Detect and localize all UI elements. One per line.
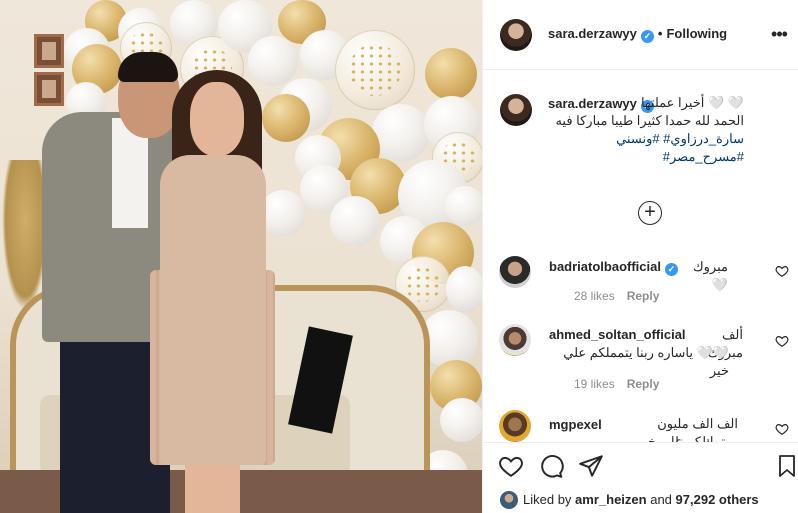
comment-bubble-icon[interactable]	[538, 453, 564, 479]
balloon	[446, 266, 482, 312]
woman-face	[190, 82, 244, 156]
plus-circle-icon[interactable]: +	[638, 201, 662, 225]
comment-author-row: badriatolbaofficial ✓	[549, 259, 678, 276]
heart-icon[interactable]	[775, 264, 789, 278]
caption-line-3[interactable]: سارة_درزاوي# #ونسني #مسرح_مصر#	[539, 130, 744, 166]
more-options-icon[interactable]: •••	[769, 24, 789, 44]
liker-username[interactable]: amr_heizen	[575, 492, 647, 507]
comment-text: مبروك🤍	[692, 259, 728, 292]
balloon	[425, 48, 477, 100]
caption-text: 🤍 🤍 أخيرا عملتها	[549, 94, 744, 112]
balloon	[262, 94, 310, 142]
caption-line-2: الحمد لله حمدا كثيرا طيبا مباركا فيه	[555, 113, 744, 128]
heart-icon[interactable]	[775, 334, 789, 348]
wall-frame	[34, 34, 64, 68]
bookmark-icon[interactable]	[775, 453, 798, 479]
post-side-panel: sara.derzawyy ✓ • Following ••• sara.derzaw…	[482, 0, 798, 513]
heart-icon[interactable]	[498, 453, 524, 479]
comment-meta: 28 likes Reply	[574, 289, 671, 303]
verified-badge-icon: ✓	[664, 263, 678, 276]
liked-by-summary: Liked by amr_heizen and 97,292 others	[500, 491, 759, 509]
post-actions: Liked by amr_heizen and 97,292 others	[483, 442, 798, 513]
caption-line-2-wrap: الحمد لله حمدا كثيرا طيبا مباركا فيه	[539, 112, 744, 130]
man-hair	[118, 52, 178, 82]
balloon	[372, 104, 430, 162]
post-header: sara.derzawyy ✓ • Following •••	[483, 0, 798, 70]
comment-username[interactable]: badriatolbaofficial	[549, 259, 661, 274]
following-button[interactable]: Following	[666, 26, 727, 41]
wall-frame	[34, 72, 64, 106]
comment-likes[interactable]: 28 likes	[574, 289, 615, 303]
comment-meta: 19 likes Reply	[574, 377, 671, 391]
balloon	[260, 190, 306, 236]
balloon	[445, 186, 482, 226]
comment-avatar[interactable]	[499, 256, 531, 288]
comment-username[interactable]: mgpexel	[549, 417, 602, 432]
comment-likes[interactable]: 19 likes	[574, 377, 615, 391]
author-username[interactable]: sara.derzawyy	[548, 26, 637, 41]
verified-badge-icon: ✓	[640, 30, 654, 43]
caption-author-avatar[interactable]	[500, 94, 532, 126]
post-photo[interactable]	[0, 0, 482, 513]
balloon	[335, 30, 415, 110]
balloon	[248, 36, 298, 86]
author-avatar[interactable]	[500, 19, 532, 51]
reply-button[interactable]: Reply	[627, 377, 660, 391]
likes-count[interactable]: 97,292 others	[676, 492, 759, 507]
comment-avatar[interactable]	[499, 410, 531, 442]
woman-legs	[185, 460, 240, 513]
reply-button[interactable]: Reply	[627, 289, 660, 303]
heart-icon[interactable]	[775, 422, 789, 436]
comment-avatar[interactable]	[499, 324, 531, 356]
woman-dress	[160, 155, 266, 465]
balloon	[330, 196, 380, 246]
comment-text-line-2: 🤍🤍 ياساره ربنا يتمملكم علي خير	[563, 345, 729, 378]
caption-hashtags: سارة_درزاوي# #ونسني #مسرح_مصر#	[539, 130, 744, 166]
liked-connector: and	[650, 492, 672, 507]
paper-plane-icon[interactable]	[578, 453, 604, 479]
liked-by-prefix: Liked by	[523, 492, 572, 507]
caption-line-1: 🤍 🤍 أخيرا عملتها	[640, 95, 744, 110]
separator-dot: •	[657, 26, 663, 41]
balloon	[440, 398, 482, 442]
comment-username[interactable]: ahmed_soltan_official	[549, 327, 686, 342]
header-author-row: sara.derzawyy ✓ • Following	[548, 26, 727, 43]
liker-avatar[interactable]	[500, 491, 518, 509]
